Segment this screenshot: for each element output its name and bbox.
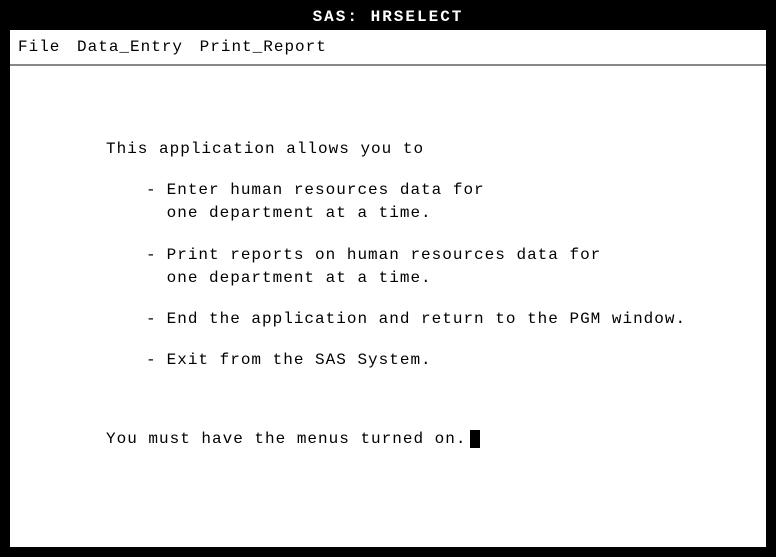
feature-list: - Enter human resources data for one dep…: [106, 179, 746, 372]
content-area: This application allows you to - Enter h…: [10, 66, 766, 547]
dash-icon: -: [146, 308, 157, 331]
app-frame: SAS: HRSELECT File Data_Entry Print_Repo…: [0, 0, 776, 557]
window-body: File Data_Entry Print_Report This applic…: [10, 30, 766, 547]
intro-text: This application allows you to: [106, 138, 746, 161]
dash-icon: -: [146, 349, 157, 372]
list-item: - Enter human resources data for one dep…: [146, 179, 746, 225]
window-title: SAS: HRSELECT: [10, 6, 766, 30]
dash-icon: -: [146, 244, 157, 290]
list-item-text: End the application and return to the PG…: [167, 308, 686, 331]
menu-data-entry[interactable]: Data_Entry: [77, 38, 183, 56]
footer-message: You must have the menus turned on.: [106, 430, 466, 448]
list-item: - Print reports on human resources data …: [146, 244, 746, 290]
menu-file[interactable]: File: [18, 38, 60, 56]
text-cursor: [470, 430, 480, 448]
list-item: - End the application and return to the …: [146, 308, 746, 331]
list-item-text: Exit from the SAS System.: [167, 349, 432, 372]
list-item-text: Print reports on human resources data fo…: [167, 244, 602, 290]
footer-text: You must have the menus turned on.: [106, 428, 746, 451]
menu-bar: File Data_Entry Print_Report: [10, 30, 766, 66]
list-item: - Exit from the SAS System.: [146, 349, 746, 372]
menu-print-report[interactable]: Print_Report: [200, 38, 327, 56]
dash-icon: -: [146, 179, 157, 225]
list-item-text: Enter human resources data for one depar…: [167, 179, 485, 225]
